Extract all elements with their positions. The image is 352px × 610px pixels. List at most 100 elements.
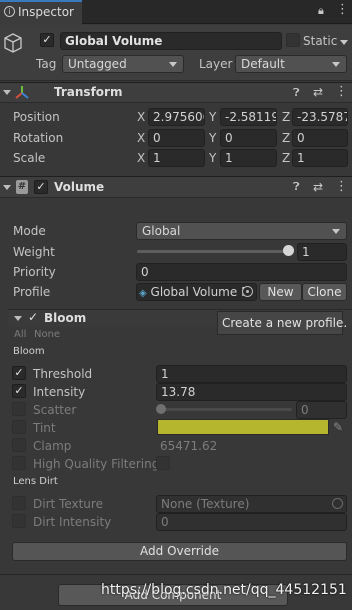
preset-icon[interactable]: ⇄	[313, 85, 323, 99]
component-menu-icon[interactable]: ⋮	[335, 85, 348, 99]
foldout-arrow-icon[interactable]	[3, 90, 11, 95]
mode-dropdown[interactable]: Global	[136, 222, 347, 240]
position-x-field[interactable]: 2.975606	[148, 108, 205, 126]
gameobject-name-field[interactable]: Global Volume	[60, 32, 282, 50]
threshold-label: Threshold	[33, 367, 93, 381]
position-y-value: -2.58119	[225, 110, 277, 124]
mode-value: Global	[142, 224, 181, 238]
dirt-texture-value: None (Texture)	[161, 497, 250, 511]
weight-slider-thumb[interactable]	[283, 245, 294, 256]
static-dropdown-icon[interactable]	[340, 40, 348, 45]
bloom-enabled-checkmark[interactable]: ✓	[28, 310, 38, 324]
foldout-arrow-icon[interactable]	[3, 185, 11, 190]
tooltip: Create a new profile.	[217, 311, 347, 335]
hq-filtering-checkbox[interactable]	[156, 456, 170, 470]
profile-value: Global Volume P	[150, 285, 249, 299]
priority-field[interactable]: 0	[136, 263, 347, 281]
axis-z-label: Z	[282, 131, 291, 145]
hq-filtering-override-checkbox[interactable]	[12, 456, 26, 470]
clamp-override-checkbox[interactable]	[12, 438, 26, 452]
chevron-down-icon	[332, 229, 340, 234]
lens-dirt-section-label: Lens Dirt	[13, 476, 58, 487]
divider	[0, 574, 352, 575]
static-checkbox[interactable]	[286, 33, 300, 47]
object-picker-icon[interactable]	[242, 286, 253, 297]
clamp-value: 65471.62	[160, 439, 218, 453]
eyedropper-icon[interactable]: ✎	[333, 420, 343, 434]
chevron-down-icon	[169, 62, 177, 67]
scale-x-field[interactable]: 1	[148, 149, 205, 167]
dirt-intensity-override-checkbox[interactable]	[12, 514, 26, 528]
scale-y-field[interactable]: 1	[220, 149, 277, 167]
rotation-x-value: 0	[153, 131, 161, 145]
scatter-field[interactable]: 0	[296, 401, 347, 419]
threshold-field[interactable]: 1	[156, 365, 347, 383]
rotation-y-field[interactable]: 0	[220, 129, 277, 147]
gameobject-active-checkbox[interactable]: ✓	[40, 33, 54, 47]
dirt-texture-override-checkbox[interactable]	[12, 496, 26, 510]
new-profile-button[interactable]: New	[259, 283, 302, 301]
axis-x-label: X	[137, 131, 146, 145]
profile-asset-icon: ◈	[139, 288, 147, 299]
weight-label: Weight	[13, 245, 55, 259]
component-menu-icon[interactable]: ⋮	[335, 180, 348, 194]
scale-label: Scale	[13, 151, 46, 165]
weight-slider-track[interactable]	[137, 250, 289, 253]
volume-enabled-checkbox[interactable]: ✓	[34, 180, 48, 194]
dirt-texture-field[interactable]: None (Texture)	[156, 495, 347, 513]
object-picker-icon[interactable]	[332, 498, 343, 509]
toggle-none-link[interactable]: None	[34, 329, 60, 340]
help-icon[interactable]: ❓︎	[293, 180, 300, 194]
rotation-z-field[interactable]: 0	[292, 129, 348, 147]
rotation-x-field[interactable]: 0	[148, 129, 205, 147]
more-menu-icon[interactable]: ⋮	[336, 3, 349, 17]
axis-y-label: Y	[209, 151, 217, 165]
preset-icon[interactable]: ⇄	[313, 180, 323, 194]
tint-label: Tint	[33, 421, 56, 435]
gameobject-name: Global Volume	[65, 34, 163, 48]
rotation-label: Rotation	[13, 131, 64, 145]
position-z-value: -23.5787	[297, 110, 348, 124]
tab-inspector-label: Inspector	[18, 5, 74, 19]
lock-icon[interactable]: 🔒︎	[318, 4, 324, 18]
scale-y-value: 1	[225, 151, 233, 165]
profile-field[interactable]: ◈ Global Volume P	[136, 283, 257, 301]
scatter-slider-thumb[interactable]	[156, 404, 166, 414]
tag-dropdown[interactable]: Untagged	[62, 55, 184, 73]
axis-x-label: X	[137, 110, 146, 124]
volume-title: Volume	[54, 180, 105, 194]
scatter-slider-track[interactable]	[159, 408, 292, 411]
tint-override-checkbox[interactable]	[12, 420, 26, 434]
new-button-label: New	[267, 285, 294, 299]
scale-z-field[interactable]: 1	[292, 149, 348, 167]
intensity-label: Intensity	[33, 385, 86, 399]
threshold-override-checkbox[interactable]: ✓	[12, 366, 26, 380]
axis-y-label: Y	[209, 131, 217, 145]
weight-field[interactable]: 1	[297, 243, 347, 261]
bloom-section-label: Bloom	[13, 346, 45, 357]
position-y-field[interactable]: -2.58119	[220, 108, 277, 126]
axis-y-label: Y	[209, 110, 217, 124]
foldout-arrow-icon[interactable]	[14, 316, 22, 321]
gameobject-cube-icon	[4, 33, 22, 53]
layer-label: Layer	[199, 57, 233, 71]
tag-value: Untagged	[68, 57, 127, 71]
bloom-title: Bloom	[44, 311, 87, 325]
scatter-override-checkbox[interactable]	[12, 402, 26, 416]
position-x-value: 2.975606	[153, 110, 205, 124]
layer-dropdown[interactable]: Default	[235, 55, 347, 73]
info-icon: i	[4, 6, 15, 17]
intensity-field[interactable]: 13.78	[156, 383, 347, 401]
tab-inspector[interactable]: i Inspector	[0, 0, 82, 25]
position-z-field[interactable]: -23.5787	[292, 108, 348, 126]
rotation-y-value: 0	[225, 131, 233, 145]
dirt-intensity-field[interactable]: 0	[156, 513, 347, 531]
intensity-override-checkbox[interactable]: ✓	[12, 384, 26, 398]
add-override-button[interactable]: Add Override	[12, 542, 347, 561]
toggle-all-link[interactable]: All	[14, 329, 26, 340]
scatter-value: 0	[301, 403, 309, 417]
tint-color-swatch[interactable]	[157, 419, 329, 435]
help-icon[interactable]: ❓︎	[293, 86, 300, 100]
axis-z-label: Z	[282, 110, 291, 124]
clone-profile-button[interactable]: Clone	[302, 283, 347, 301]
